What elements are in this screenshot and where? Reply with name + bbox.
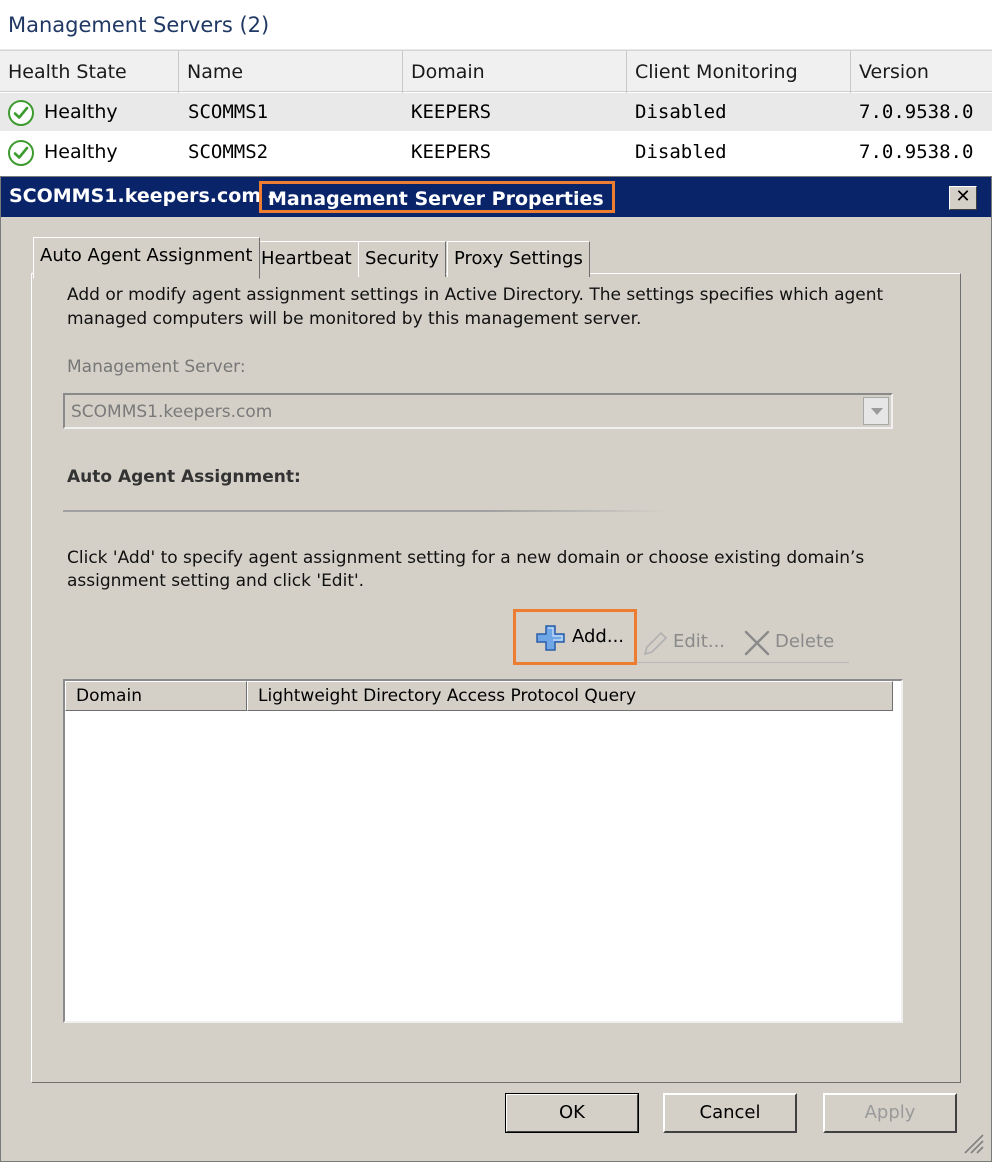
- health-state-value: Healthy: [44, 101, 118, 123]
- column-header-name[interactable]: Name: [179, 51, 403, 93]
- server-name-value: SCOMMS2: [188, 141, 269, 163]
- server-row[interactable]: Healthy SCOMMS1 KEEPERS Disabled 7.0.953…: [0, 93, 992, 131]
- delete-x-icon: [743, 630, 771, 670]
- version-value: 7.0.9538.0: [859, 141, 974, 163]
- close-button[interactable]: ✕: [949, 186, 977, 210]
- health-state-value: Healthy: [44, 141, 118, 163]
- dropdown-arrow-icon[interactable]: [863, 397, 889, 425]
- client-monitoring-mode-value: Disabled: [635, 141, 727, 163]
- pencil-icon: [641, 630, 669, 670]
- assignment-list-header: Domain Lightweight Directory Access Prot…: [65, 681, 893, 711]
- column-header-health-state[interactable]: Health State: [0, 51, 179, 93]
- client-monitoring-mode-value: Disabled: [635, 101, 727, 123]
- healthy-check-icon: [8, 140, 34, 166]
- edit-button-label: Edit...: [673, 631, 726, 652]
- ok-button[interactable]: OK: [505, 1093, 639, 1133]
- column-header-domain[interactable]: Domain: [65, 681, 247, 711]
- tab-heartbeat[interactable]: Heartbeat: [254, 241, 359, 277]
- management-server-label: Management Server:: [67, 357, 246, 377]
- management-server-properties-dialog: SCOMMS1.keepers.com - Management Server …: [0, 176, 992, 1162]
- add-button-label: Add...: [572, 626, 625, 647]
- domain-value: KEEPERS: [411, 101, 492, 123]
- add-plus-icon: [536, 625, 566, 665]
- tab-auto-agent-assignment[interactable]: Auto Agent Assignment: [33, 237, 260, 279]
- assignment-list[interactable]: Domain Lightweight Directory Access Prot…: [63, 679, 903, 1023]
- management-servers-title: Management Servers (2): [0, 0, 992, 50]
- dialog-title-highlighted: Management Server Properties: [259, 181, 615, 213]
- close-icon: ✕: [955, 186, 971, 207]
- management-server-select[interactable]: SCOMMS1.keepers.com: [63, 393, 893, 429]
- assignment-description: Add or modify agent assignment settings …: [67, 285, 884, 329]
- server-name-value: SCOMMS1: [188, 101, 269, 123]
- add-button[interactable]: Add...: [513, 609, 637, 665]
- domain-value: KEEPERS: [411, 141, 492, 163]
- column-header-ldap-query[interactable]: Lightweight Directory Access Protocol Qu…: [247, 681, 893, 711]
- column-header-client-monitoring-mode[interactable]: Client Monitoring Mode: [627, 51, 851, 125]
- section-divider: [63, 510, 667, 512]
- apply-button[interactable]: Apply: [823, 1093, 957, 1133]
- healthy-check-icon: [8, 100, 34, 126]
- tab-security[interactable]: Security: [358, 241, 446, 277]
- version-value: 7.0.9538.0: [859, 101, 974, 123]
- delete-button-label: Delete: [775, 631, 835, 652]
- column-header-version[interactable]: Version: [851, 51, 992, 93]
- management-server-value: SCOMMS1.keepers.com: [71, 402, 273, 422]
- column-header-domain[interactable]: Domain: [403, 51, 627, 93]
- servers-grid-header: Health State Name Domain Client Monitori…: [0, 50, 992, 125]
- dialog-title-server: SCOMMS1.keepers.com -: [9, 185, 276, 207]
- dialog-titlebar[interactable]: SCOMMS1.keepers.com - Management Server …: [1, 177, 991, 217]
- auto-agent-assignment-heading: Auto Agent Assignment:: [67, 467, 301, 487]
- cancel-button[interactable]: Cancel: [663, 1093, 797, 1133]
- server-row[interactable]: Healthy SCOMMS2 KEEPERS Disabled 7.0.953…: [0, 133, 992, 171]
- tab-proxy-settings[interactable]: Proxy Settings: [447, 241, 590, 277]
- resize-grip-icon[interactable]: [959, 1129, 985, 1159]
- add-edit-instructions: Click 'Add' to specify agent assignment …: [67, 548, 865, 591]
